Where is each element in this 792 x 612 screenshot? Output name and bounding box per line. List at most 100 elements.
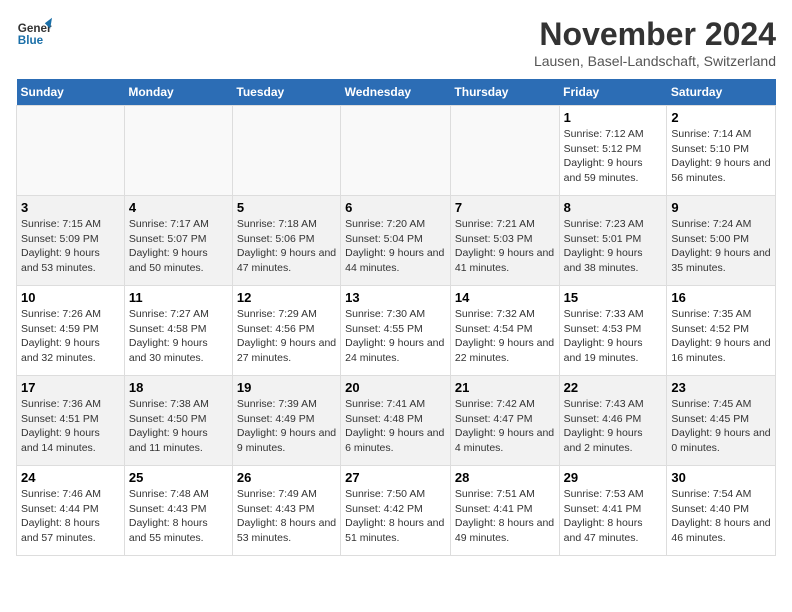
table-row: 9 Sunrise: 7:24 AM Sunset: 5:00 PM Daylig… bbox=[667, 196, 776, 286]
day-info: Sunrise: 7:26 AM Sunset: 4:59 PM Dayligh… bbox=[21, 307, 120, 366]
day-number: 14 bbox=[455, 290, 555, 305]
calendar-header: Sunday Monday Tuesday Wednesday Thursday… bbox=[17, 79, 776, 106]
day-info: Sunrise: 7:41 AM Sunset: 4:48 PM Dayligh… bbox=[345, 397, 446, 456]
day-info: Sunrise: 7:39 AM Sunset: 4:49 PM Dayligh… bbox=[237, 397, 336, 456]
table-row: 11 Sunrise: 7:27 AM Sunset: 4:58 PM Dayli… bbox=[124, 286, 232, 376]
header-wednesday: Wednesday bbox=[341, 79, 451, 106]
table-row: 25 Sunrise: 7:48 AM Sunset: 4:43 PM Dayli… bbox=[124, 466, 232, 556]
header: General Blue November 2024 Lausen, Basel… bbox=[16, 16, 776, 69]
day-number: 24 bbox=[21, 470, 120, 485]
day-number: 11 bbox=[129, 290, 228, 305]
day-number: 18 bbox=[129, 380, 228, 395]
day-number: 12 bbox=[237, 290, 336, 305]
table-row: 26 Sunrise: 7:49 AM Sunset: 4:43 PM Dayli… bbox=[232, 466, 340, 556]
day-number: 22 bbox=[564, 380, 663, 395]
day-number: 20 bbox=[345, 380, 446, 395]
day-info: Sunrise: 7:21 AM Sunset: 5:03 PM Dayligh… bbox=[455, 217, 555, 276]
table-row: 2 Sunrise: 7:14 AM Sunset: 5:10 PM Daylig… bbox=[667, 106, 776, 196]
table-row: 4 Sunrise: 7:17 AM Sunset: 5:07 PM Daylig… bbox=[124, 196, 232, 286]
day-info: Sunrise: 7:45 AM Sunset: 4:45 PM Dayligh… bbox=[671, 397, 771, 456]
header-thursday: Thursday bbox=[450, 79, 559, 106]
day-number: 26 bbox=[237, 470, 336, 485]
day-info: Sunrise: 7:17 AM Sunset: 5:07 PM Dayligh… bbox=[129, 217, 228, 276]
day-number: 9 bbox=[671, 200, 771, 215]
day-number: 17 bbox=[21, 380, 120, 395]
day-number: 25 bbox=[129, 470, 228, 485]
table-row: 22 Sunrise: 7:43 AM Sunset: 4:46 PM Dayli… bbox=[559, 376, 667, 466]
day-info: Sunrise: 7:49 AM Sunset: 4:43 PM Dayligh… bbox=[237, 487, 336, 546]
day-info: Sunrise: 7:43 AM Sunset: 4:46 PM Dayligh… bbox=[564, 397, 663, 456]
day-info: Sunrise: 7:30 AM Sunset: 4:55 PM Dayligh… bbox=[345, 307, 446, 366]
header-monday: Monday bbox=[124, 79, 232, 106]
day-number: 23 bbox=[671, 380, 771, 395]
table-row: 7Sunrise: 7:21 AM Sunset: 5:03 PM Daylig… bbox=[450, 196, 559, 286]
table-row bbox=[341, 106, 451, 196]
day-number: 15 bbox=[564, 290, 663, 305]
day-number: 19 bbox=[237, 380, 336, 395]
logo-icon: General Blue bbox=[16, 16, 52, 52]
day-number: 2 bbox=[671, 110, 771, 125]
day-info: Sunrise: 7:54 AM Sunset: 4:40 PM Dayligh… bbox=[671, 487, 771, 546]
table-row: 29 Sunrise: 7:53 AM Sunset: 4:41 PM Dayli… bbox=[559, 466, 667, 556]
table-row: 24 Sunrise: 7:46 AM Sunset: 4:44 PM Dayli… bbox=[17, 466, 125, 556]
day-info: Sunrise: 7:53 AM Sunset: 4:41 PM Dayligh… bbox=[564, 487, 663, 546]
table-row: 19 Sunrise: 7:39 AM Sunset: 4:49 PM Dayli… bbox=[232, 376, 340, 466]
table-row: 14 Sunrise: 7:32 AM Sunset: 4:54 PM Dayli… bbox=[450, 286, 559, 376]
day-number: 30 bbox=[671, 470, 771, 485]
day-number: 21 bbox=[455, 380, 555, 395]
day-info: Sunrise: 7:38 AM Sunset: 4:50 PM Dayligh… bbox=[129, 397, 228, 456]
day-info: Sunrise: 7:32 AM Sunset: 4:54 PM Dayligh… bbox=[455, 307, 555, 366]
day-info: Sunrise: 7:15 AM Sunset: 5:09 PM Dayligh… bbox=[21, 217, 120, 276]
day-info: Sunrise: 7:51 AM Sunset: 4:41 PM Dayligh… bbox=[455, 487, 555, 546]
day-info: Sunrise: 7:42 AM Sunset: 4:47 PM Dayligh… bbox=[455, 397, 555, 456]
table-row: 18 Sunrise: 7:38 AM Sunset: 4:50 PM Dayli… bbox=[124, 376, 232, 466]
table-row: 5Sunrise: 7:18 AM Sunset: 5:06 PM Daylig… bbox=[232, 196, 340, 286]
day-number: 28 bbox=[455, 470, 555, 485]
table-row bbox=[232, 106, 340, 196]
day-info: Sunrise: 7:36 AM Sunset: 4:51 PM Dayligh… bbox=[21, 397, 120, 456]
table-row: 30 Sunrise: 7:54 AM Sunset: 4:40 PM Dayli… bbox=[667, 466, 776, 556]
day-info: Sunrise: 7:20 AM Sunset: 5:04 PM Dayligh… bbox=[345, 217, 446, 276]
table-row: 28 Sunrise: 7:51 AM Sunset: 4:41 PM Dayli… bbox=[450, 466, 559, 556]
table-row: 20 Sunrise: 7:41 AM Sunset: 4:48 PM Dayli… bbox=[341, 376, 451, 466]
day-number: 16 bbox=[671, 290, 771, 305]
table-row: 27 Sunrise: 7:50 AM Sunset: 4:42 PM Dayli… bbox=[341, 466, 451, 556]
day-number: 5 bbox=[237, 200, 336, 215]
header-saturday: Saturday bbox=[667, 79, 776, 106]
table-row: 6 Sunrise: 7:20 AM Sunset: 5:04 PM Daylig… bbox=[341, 196, 451, 286]
day-number: 29 bbox=[564, 470, 663, 485]
day-info: Sunrise: 7:33 AM Sunset: 4:53 PM Dayligh… bbox=[564, 307, 663, 366]
day-info: Sunrise: 7:14 AM Sunset: 5:10 PM Dayligh… bbox=[671, 127, 771, 186]
day-info: Sunrise: 7:46 AM Sunset: 4:44 PM Dayligh… bbox=[21, 487, 120, 546]
day-info: Sunrise: 7:48 AM Sunset: 4:43 PM Dayligh… bbox=[129, 487, 228, 546]
day-number: 10 bbox=[21, 290, 120, 305]
day-number: 27 bbox=[345, 470, 446, 485]
day-info: Sunrise: 7:27 AM Sunset: 4:58 PM Dayligh… bbox=[129, 307, 228, 366]
day-number: 8 bbox=[564, 200, 663, 215]
day-number: 1 bbox=[564, 110, 663, 125]
day-info: Sunrise: 7:29 AM Sunset: 4:56 PM Dayligh… bbox=[237, 307, 336, 366]
table-row: 10 Sunrise: 7:26 AM Sunset: 4:59 PM Dayli… bbox=[17, 286, 125, 376]
table-row: 1Sunrise: 7:12 AM Sunset: 5:12 PM Daylig… bbox=[559, 106, 667, 196]
day-number: 13 bbox=[345, 290, 446, 305]
table-row: 15 Sunrise: 7:33 AM Sunset: 4:53 PM Dayli… bbox=[559, 286, 667, 376]
title-area: November 2024 Lausen, Basel-Landschaft, … bbox=[534, 16, 776, 69]
header-sunday: Sunday bbox=[17, 79, 125, 106]
header-friday: Friday bbox=[559, 79, 667, 106]
table-row: 23 Sunrise: 7:45 AM Sunset: 4:45 PM Dayli… bbox=[667, 376, 776, 466]
location: Lausen, Basel-Landschaft, Switzerland bbox=[534, 53, 776, 69]
logo: General Blue bbox=[16, 16, 52, 52]
calendar-body: 1Sunrise: 7:12 AM Sunset: 5:12 PM Daylig… bbox=[17, 106, 776, 556]
header-tuesday: Tuesday bbox=[232, 79, 340, 106]
day-info: Sunrise: 7:24 AM Sunset: 5:00 PM Dayligh… bbox=[671, 217, 771, 276]
table-row: 3 Sunrise: 7:15 AM Sunset: 5:09 PM Daylig… bbox=[17, 196, 125, 286]
day-info: Sunrise: 7:50 AM Sunset: 4:42 PM Dayligh… bbox=[345, 487, 446, 546]
table-row: 17 Sunrise: 7:36 AM Sunset: 4:51 PM Dayli… bbox=[17, 376, 125, 466]
day-info: Sunrise: 7:35 AM Sunset: 4:52 PM Dayligh… bbox=[671, 307, 771, 366]
table-row: 8Sunrise: 7:23 AM Sunset: 5:01 PM Daylig… bbox=[559, 196, 667, 286]
day-number: 3 bbox=[21, 200, 120, 215]
day-number: 6 bbox=[345, 200, 446, 215]
day-number: 4 bbox=[129, 200, 228, 215]
table-row: 21 Sunrise: 7:42 AM Sunset: 4:47 PM Dayli… bbox=[450, 376, 559, 466]
calendar-table: Sunday Monday Tuesday Wednesday Thursday… bbox=[16, 79, 776, 556]
